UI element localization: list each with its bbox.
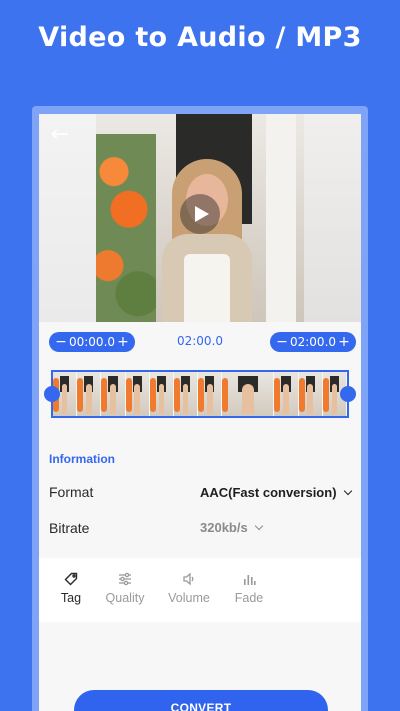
bitrate-dropdown[interactable]: 320kb/s (200, 520, 263, 535)
bars-icon (244, 575, 256, 585)
end-time-decrease-button[interactable]: − (276, 332, 288, 352)
bitrate-label: Bitrate (49, 520, 90, 536)
trim-end-handle[interactable] (340, 386, 356, 402)
tool-fade[interactable]: Fade (221, 572, 277, 605)
tool-volume-label: Volume (168, 591, 210, 605)
end-time-value: 02:00.0 (289, 335, 337, 349)
video-preview[interactable]: ← (39, 114, 361, 322)
tool-tag[interactable]: Tag (43, 572, 99, 605)
format-value: AAC(Fast conversion) (200, 485, 337, 500)
bitrate-value: 320kb/s (200, 520, 248, 535)
tool-quality-label: Quality (105, 591, 145, 605)
timeline-frame (77, 372, 102, 416)
start-time-increase-button[interactable]: + (117, 332, 129, 352)
timeline-frame (298, 372, 323, 416)
trim-start-handle[interactable] (44, 386, 60, 402)
back-arrow-icon[interactable]: ← (47, 122, 73, 148)
total-duration: 02:00.0 (176, 334, 224, 348)
format-label: Format (49, 484, 94, 500)
tag-icon (64, 572, 78, 586)
timeline-frame (198, 372, 223, 416)
timeline-frame (101, 372, 126, 416)
sliders-icon (119, 572, 131, 586)
start-time-value: 00:00.0 (68, 335, 116, 349)
information-heading: Information (49, 452, 115, 466)
chevron-down-icon (254, 521, 263, 530)
blurred-background-right (304, 114, 361, 322)
tool-fade-label: Fade (234, 591, 264, 605)
promo-title: Video to Audio / MP3 (38, 22, 362, 53)
end-time-stepper: − 02:00.0 + (270, 332, 356, 352)
format-dropdown[interactable]: AAC(Fast conversion) (200, 485, 352, 500)
timeline-frame (149, 372, 175, 416)
play-icon (195, 206, 209, 222)
tool-volume[interactable]: Volume (161, 572, 217, 605)
app-screen: ← − 00:00.0 + 02:00.0 − 02:00.0 + Inform… (39, 114, 361, 711)
start-time-decrease-button[interactable]: − (55, 332, 67, 352)
timeline-frame (274, 372, 299, 416)
start-time-stepper: − 00:00.0 + (49, 332, 135, 352)
timeline-frame (125, 372, 150, 416)
tool-tag-label: Tag (60, 591, 82, 605)
end-time-increase-button[interactable]: + (338, 332, 350, 352)
play-button[interactable] (180, 194, 220, 234)
tool-quality[interactable]: Quality (97, 572, 153, 605)
timeline-frame (222, 372, 275, 416)
timeline-frame (174, 372, 199, 416)
convert-button[interactable]: CONVERT (74, 690, 328, 711)
video-timeline-filmstrip[interactable] (51, 370, 349, 418)
volume-icon (183, 572, 194, 586)
chevron-down-icon (343, 486, 352, 495)
